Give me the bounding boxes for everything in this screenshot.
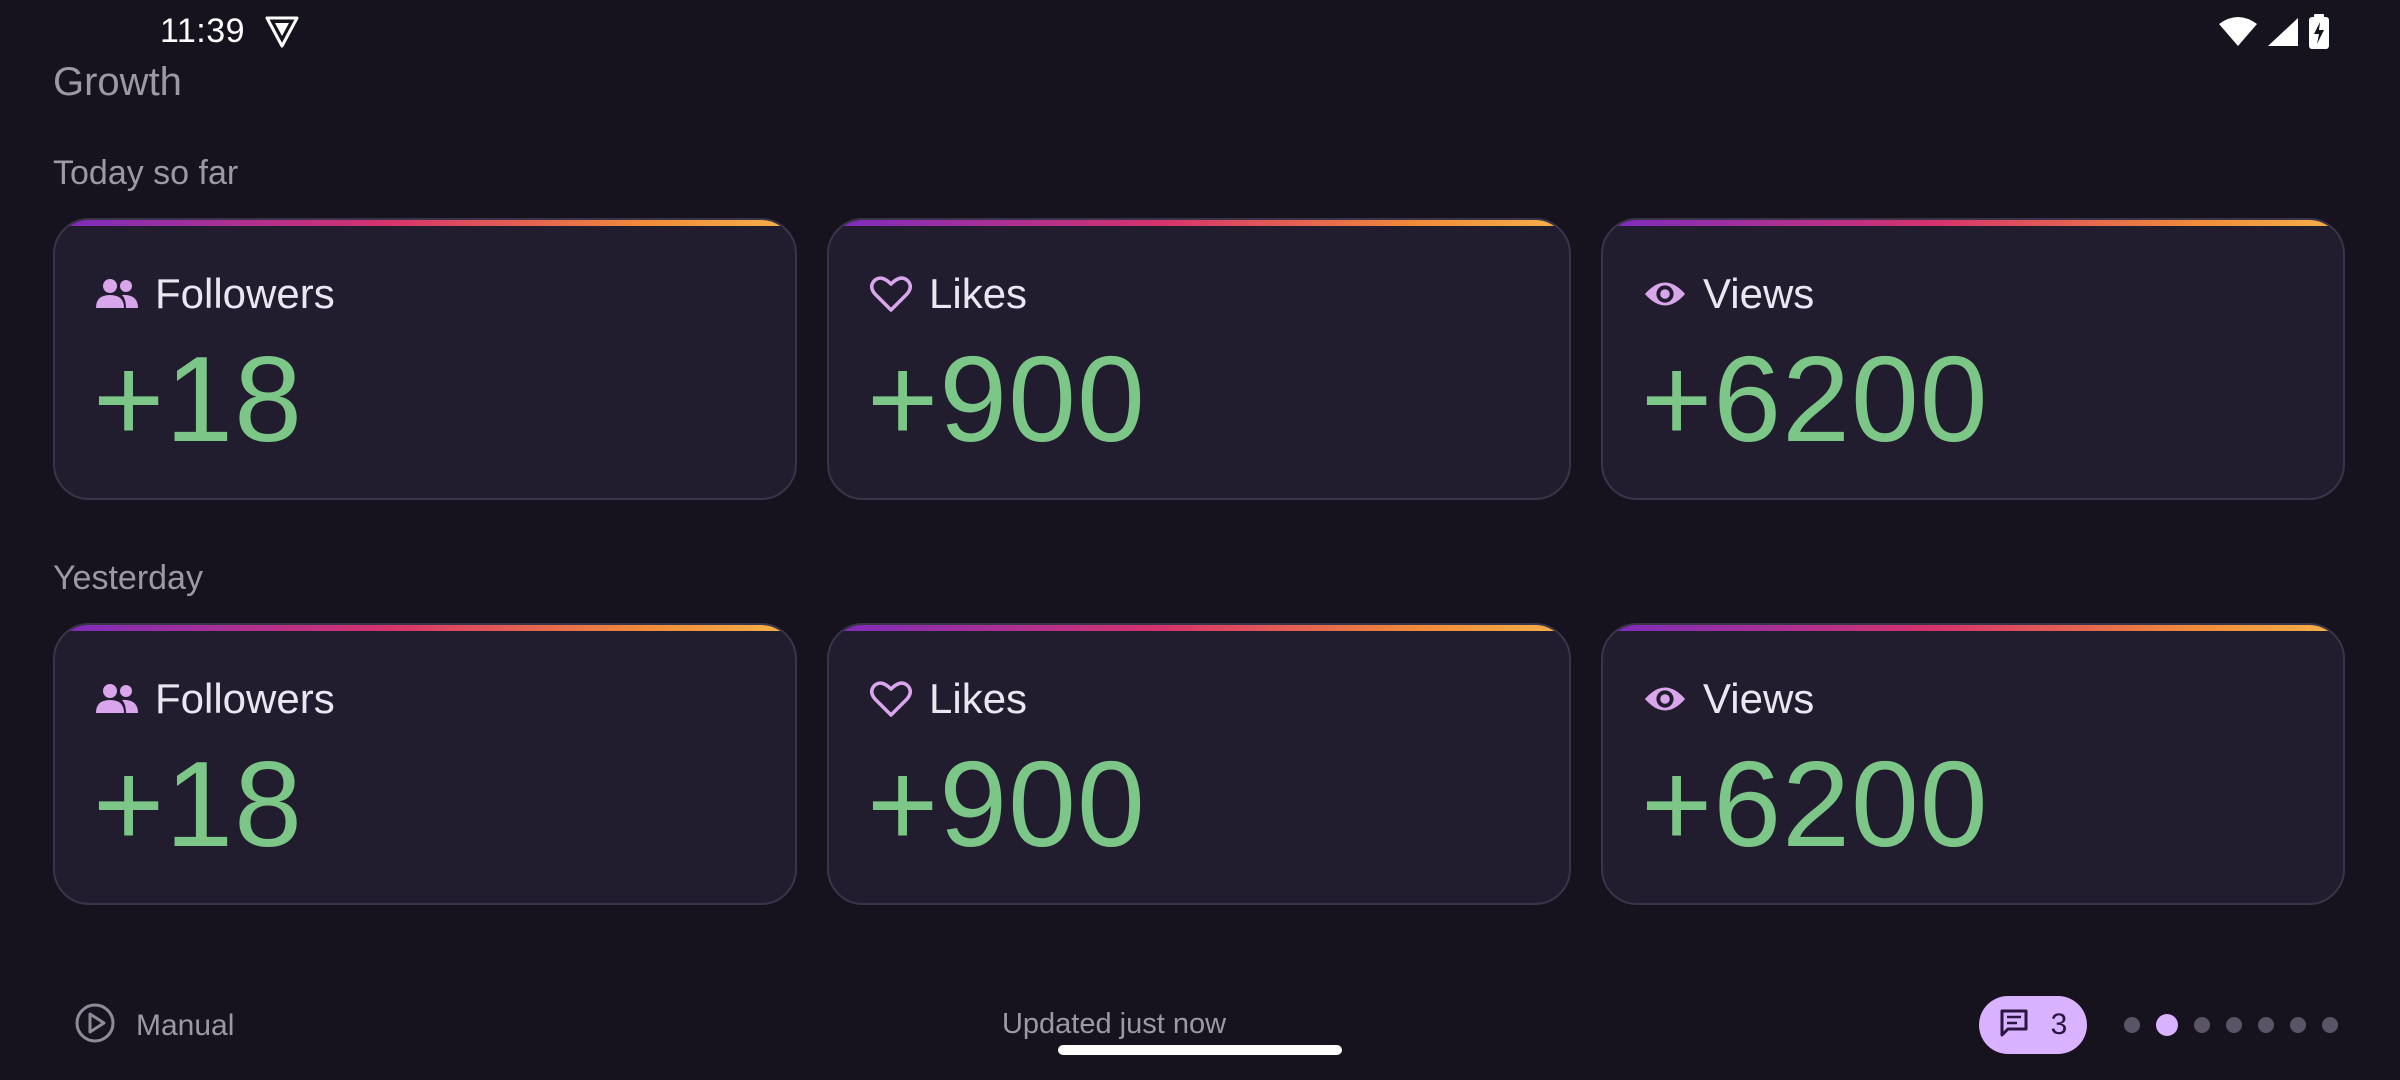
page-dot[interactable]	[2258, 1017, 2274, 1033]
eye-icon	[1643, 677, 1687, 721]
card-accent-bar	[1603, 220, 2343, 226]
card-accent-bar	[55, 625, 795, 631]
stat-card-followers-today[interactable]: Followers +18	[53, 218, 797, 500]
people-icon	[95, 272, 139, 316]
home-gesture-bar[interactable]	[1058, 1045, 1342, 1055]
battery-charging-icon	[2308, 14, 2330, 50]
status-time: 11:39	[160, 12, 246, 50]
page-dot-active[interactable]	[2156, 1014, 2178, 1036]
card-title: Followers	[155, 270, 335, 317]
stat-card-likes-yesterday[interactable]: Likes +900	[827, 623, 1571, 905]
comment-count: 3	[2050, 1008, 2068, 1041]
page-dot[interactable]	[2124, 1017, 2140, 1033]
vpn-shield-icon	[264, 15, 300, 49]
page-dot[interactable]	[2290, 1017, 2306, 1033]
card-title: Likes	[929, 675, 1028, 722]
card-value: +6200	[1641, 736, 1989, 872]
status-bar: 11:39	[0, 0, 2400, 62]
heart-icon	[869, 677, 913, 721]
card-value: +6200	[1641, 331, 1989, 467]
card-value: +900	[867, 331, 1146, 467]
card-title: Followers	[155, 675, 335, 722]
card-value: +18	[93, 736, 303, 872]
status-icons	[2218, 14, 2330, 50]
card-accent-bar	[829, 220, 1569, 226]
card-header: Followers	[95, 675, 335, 723]
card-value: +18	[93, 331, 303, 467]
card-accent-bar	[1603, 625, 2343, 631]
card-header: Likes	[869, 675, 1027, 723]
card-header: Views	[1643, 270, 1814, 318]
card-title: Views	[1703, 270, 1815, 317]
card-value: +900	[867, 736, 1146, 872]
stat-card-views-today[interactable]: Views +6200	[1601, 218, 2345, 500]
page-indicator[interactable]	[2124, 1014, 2338, 1036]
section-label-yesterday: Yesterday	[53, 559, 203, 597]
stat-card-views-yesterday[interactable]: Views +6200	[1601, 623, 2345, 905]
card-header: Likes	[869, 270, 1027, 318]
screen: 11:39 Growth Today so far Followers +18 …	[0, 0, 2400, 1080]
chat-bubble-icon	[1999, 1008, 2029, 1043]
heart-icon	[869, 272, 913, 316]
comments-chip[interactable]: 3	[1979, 996, 2087, 1054]
card-accent-bar	[55, 220, 795, 226]
stat-card-followers-yesterday[interactable]: Followers +18	[53, 623, 797, 905]
page-title: Growth	[53, 60, 182, 104]
eye-icon	[1643, 272, 1687, 316]
wifi-icon	[2218, 16, 2258, 48]
page-dot[interactable]	[2322, 1017, 2338, 1033]
card-header: Views	[1643, 675, 1814, 723]
card-title: Views	[1703, 675, 1815, 722]
updated-status: Updated just now	[1001, 1008, 1227, 1040]
people-icon	[95, 677, 139, 721]
stat-card-likes-today[interactable]: Likes +900	[827, 218, 1571, 500]
page-dot[interactable]	[2226, 1017, 2242, 1033]
card-title: Likes	[929, 270, 1028, 317]
cell-signal-icon	[2266, 16, 2300, 48]
card-header: Followers	[95, 270, 335, 318]
card-accent-bar	[829, 625, 1569, 631]
page-dot[interactable]	[2194, 1017, 2210, 1033]
section-label-today: Today so far	[53, 154, 239, 192]
